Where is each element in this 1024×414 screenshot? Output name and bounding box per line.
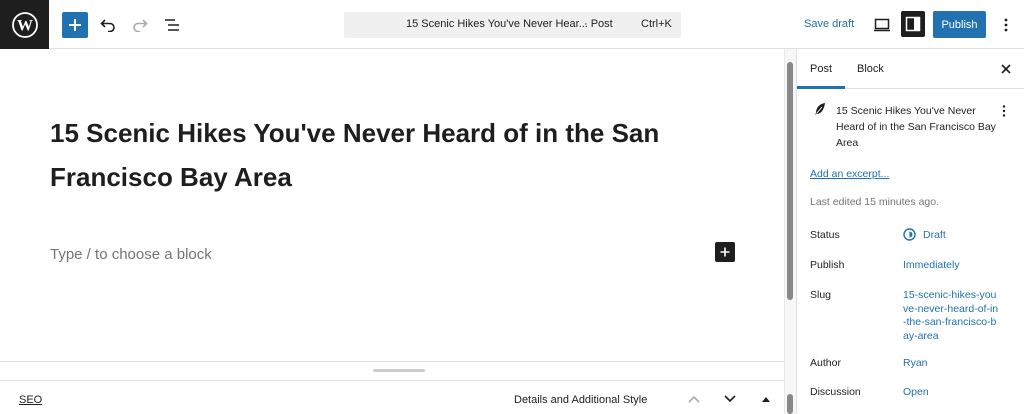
document-type: · Post bbox=[584, 18, 613, 30]
undo-button[interactable] bbox=[95, 12, 121, 38]
svg-text:W: W bbox=[17, 17, 33, 34]
settings-sidebar: Post Block 15 Scenic Hikes You've Never … bbox=[796, 49, 1024, 414]
list-view-button[interactable] bbox=[159, 12, 185, 38]
author-value[interactable]: Ryan bbox=[903, 357, 1013, 371]
scrollbar-thumb[interactable] bbox=[787, 62, 793, 300]
redo-icon bbox=[133, 19, 148, 32]
settings-toggle-button[interactable] bbox=[901, 11, 925, 37]
keyboard-shortcut: Ctrl+K bbox=[641, 18, 672, 30]
block-inserter-button[interactable] bbox=[62, 12, 88, 38]
settings-icon bbox=[905, 16, 921, 32]
post-summary-title: 15 Scenic Hikes You've Never Heard of in… bbox=[836, 105, 996, 149]
preview-button[interactable] bbox=[870, 12, 894, 38]
last-edited-text: Last edited 15 minutes ago. bbox=[810, 196, 940, 208]
more-vertical-icon bbox=[1002, 105, 1006, 117]
author-label: Author bbox=[810, 357, 841, 369]
feather-icon bbox=[815, 103, 825, 115]
inline-inserter-button[interactable] bbox=[715, 242, 735, 262]
move-down-button[interactable] bbox=[722, 391, 738, 407]
status-label: Status bbox=[810, 229, 840, 241]
undo-icon bbox=[100, 19, 115, 32]
move-up-button[interactable] bbox=[686, 391, 702, 407]
collapse-toggle[interactable] bbox=[758, 391, 774, 407]
document-title: 15 Scenic Hikes You've Never Hear... bbox=[406, 18, 588, 30]
seo-label[interactable]: SEO bbox=[19, 394, 42, 406]
add-excerpt-link[interactable]: Add an excerpt... bbox=[810, 168, 889, 180]
close-sidebar-button[interactable] bbox=[998, 61, 1014, 77]
post-actions-button[interactable] bbox=[998, 103, 1010, 119]
command-palette-bar[interactable]: 15 Scenic Hikes You've Never Hear... · P… bbox=[344, 12, 681, 38]
editor-canvas[interactable]: 15 Scenic Hikes You've Never Heard of in… bbox=[0, 49, 784, 361]
discussion-value[interactable]: Open bbox=[903, 386, 1013, 400]
slug-label: Slug bbox=[810, 289, 832, 301]
slug-value[interactable]: 15-scenic-hikes-youve-never-heard-of-in-… bbox=[903, 289, 999, 343]
sidebar-tabs: Post Block bbox=[797, 49, 1024, 89]
publish-label: Publish bbox=[810, 259, 845, 271]
editor-header: W 15 Scenic Hikes You've Never Hear... ·… bbox=[0, 0, 1024, 49]
wordpress-logo-button[interactable]: W bbox=[0, 0, 49, 49]
close-icon bbox=[1001, 64, 1011, 74]
options-button[interactable] bbox=[996, 12, 1016, 38]
discussion-label: Discussion bbox=[810, 386, 861, 398]
plus-icon bbox=[720, 247, 730, 257]
resize-handle[interactable] bbox=[373, 369, 425, 372]
scrollbar-thumb-lower[interactable] bbox=[787, 394, 793, 414]
redo-button[interactable] bbox=[127, 12, 153, 38]
more-vertical-icon bbox=[1004, 18, 1008, 32]
draft-status-icon bbox=[903, 228, 916, 241]
chevron-up-icon bbox=[688, 395, 700, 403]
wordpress-logo-icon: W bbox=[11, 11, 38, 38]
chevron-down-icon bbox=[724, 395, 736, 403]
tab-block[interactable]: Block bbox=[857, 63, 884, 75]
preview-icon bbox=[874, 18, 890, 32]
caret-up-icon bbox=[762, 397, 770, 402]
list-view-icon bbox=[165, 19, 179, 31]
tab-post[interactable]: Post bbox=[810, 63, 832, 75]
plus-icon bbox=[69, 19, 81, 31]
metabox-bar: SEO Details and Additional Style bbox=[0, 380, 784, 414]
post-title[interactable]: 15 Scenic Hikes You've Never Heard of in… bbox=[50, 111, 750, 199]
save-draft-button[interactable]: Save draft bbox=[804, 18, 854, 30]
block-placeholder[interactable]: Type / to choose a block bbox=[50, 246, 212, 263]
status-value[interactable]: Draft bbox=[923, 229, 1024, 243]
active-tab-indicator bbox=[797, 86, 845, 89]
details-section-label[interactable]: Details and Additional Style bbox=[514, 394, 647, 406]
publish-value[interactable]: Immediately bbox=[903, 259, 1013, 273]
publish-button[interactable]: Publish bbox=[933, 11, 986, 38]
